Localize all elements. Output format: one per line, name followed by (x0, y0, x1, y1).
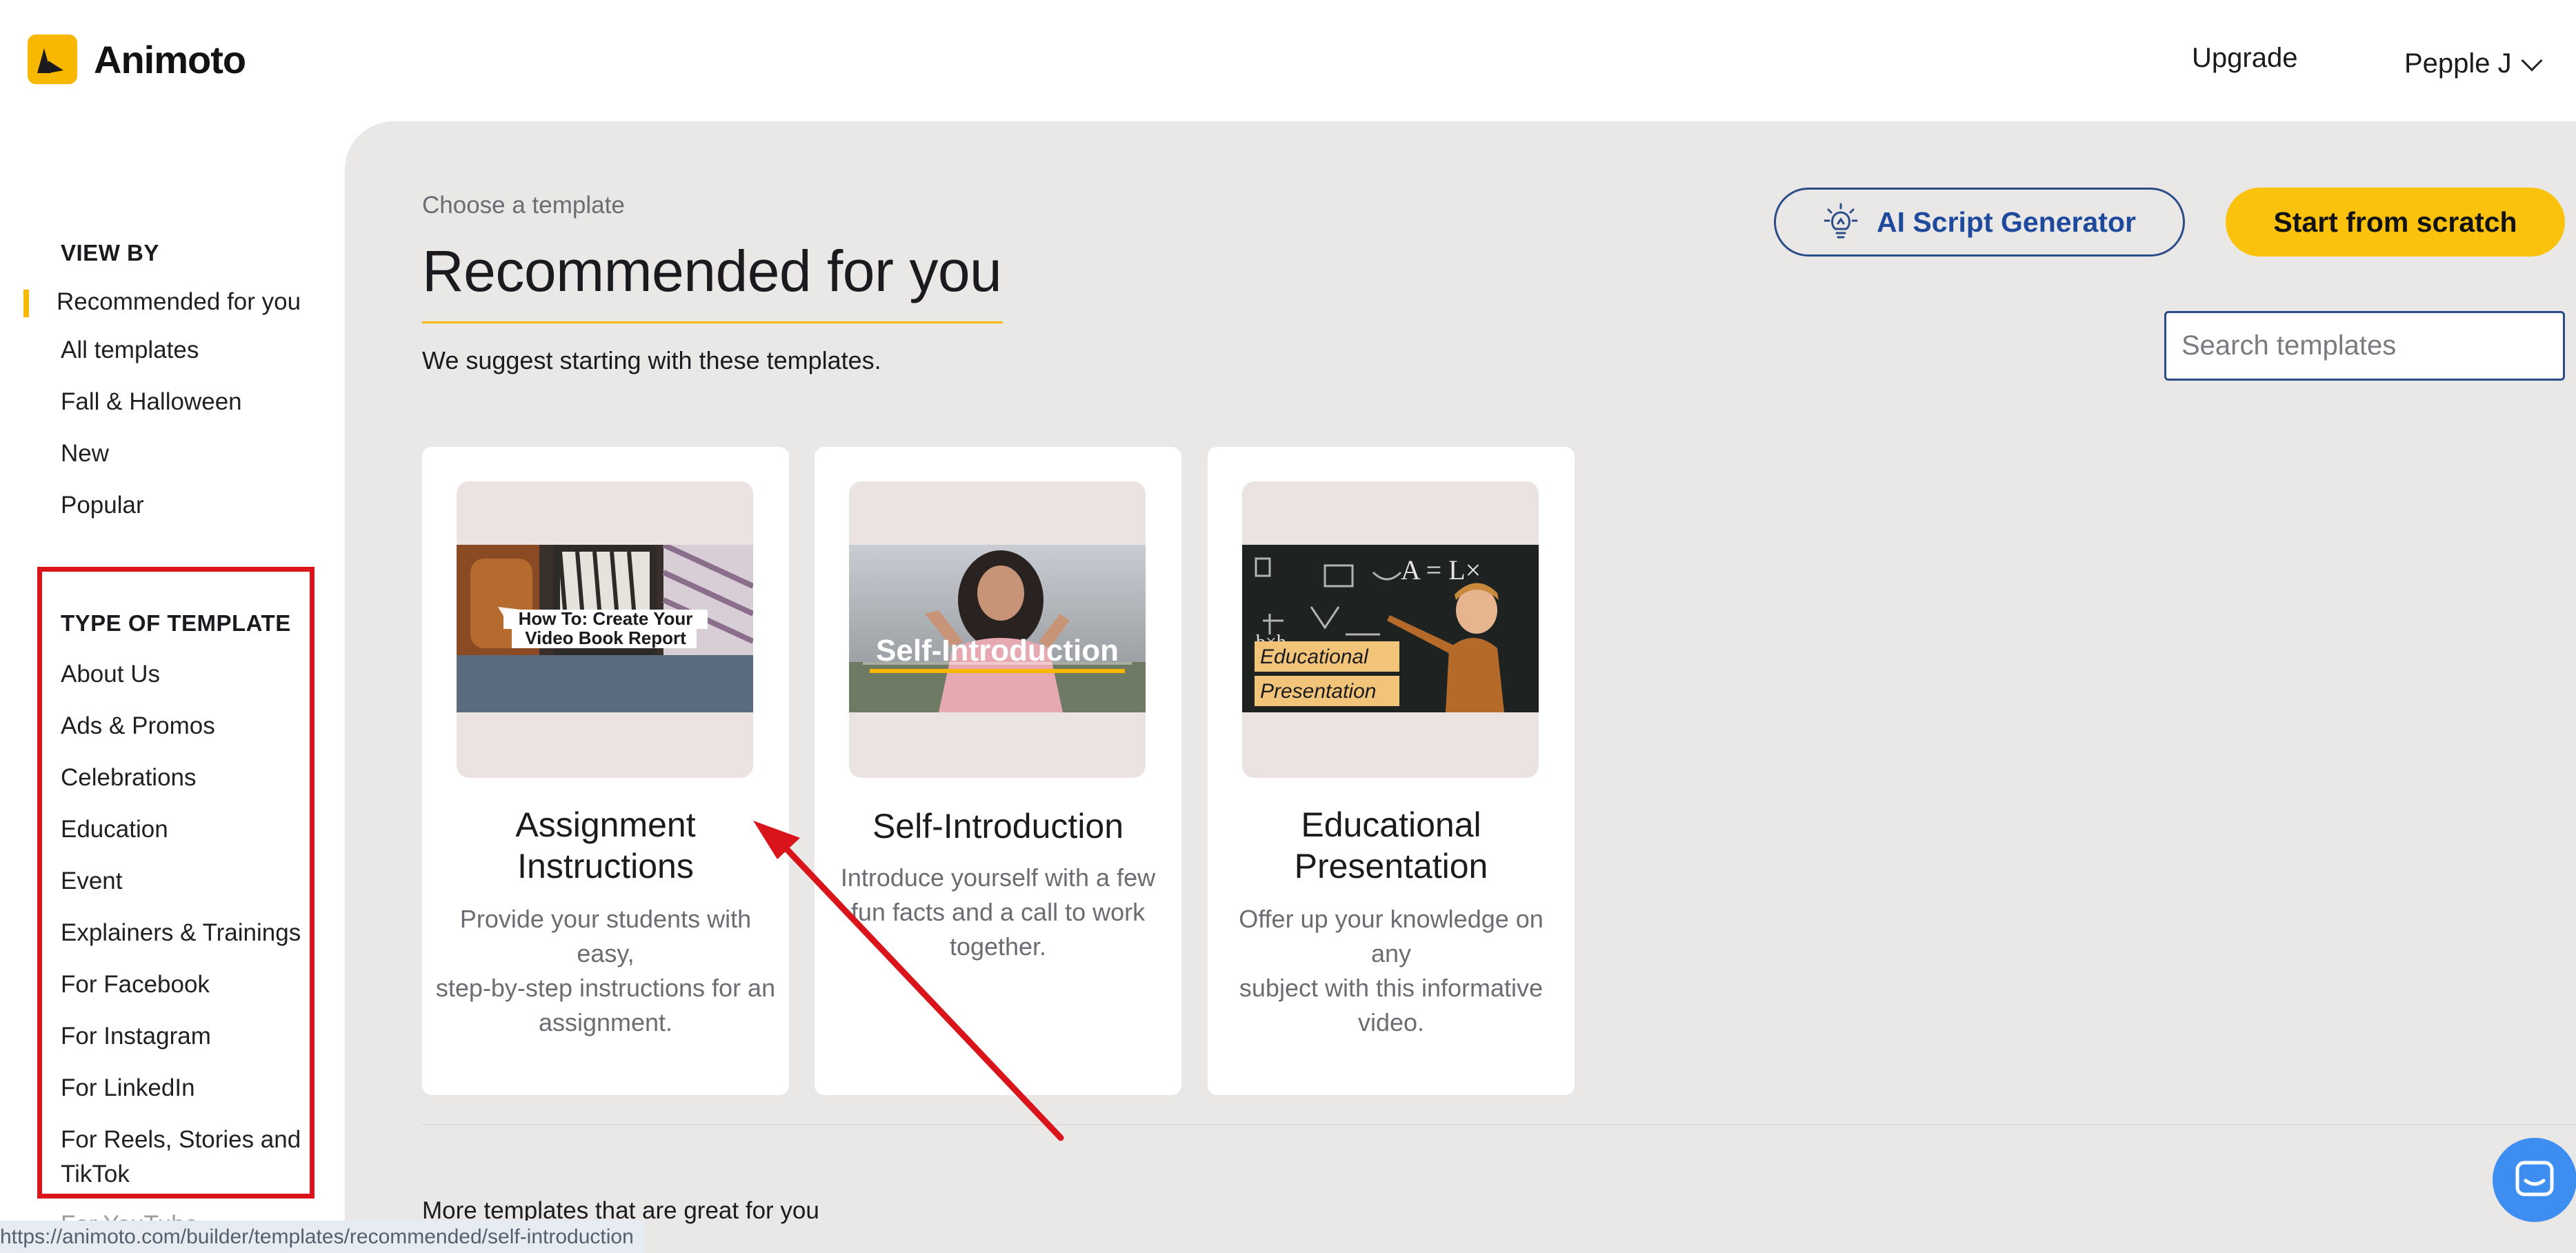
sidebar-item-fall-halloween[interactable]: Fall & Halloween (61, 388, 242, 416)
search-input[interactable] (2164, 311, 2565, 381)
sidebar-item-popular[interactable]: Popular (61, 492, 144, 519)
upgrade-link[interactable]: Upgrade (2192, 43, 2297, 74)
animoto-logo[interactable]: Animoto (28, 34, 246, 84)
template-card-assignment[interactable]: How To: Create Your Video Book Report As… (422, 447, 789, 1095)
sidebar-item-all-templates[interactable]: All templates (61, 337, 199, 364)
thumbnail-overlay-line2: Presentation (1260, 680, 1376, 703)
brand-name: Animoto (94, 37, 246, 81)
template-card-self-introduction[interactable]: Self-Introduction Self-Introduction Intr… (815, 447, 1181, 1095)
card-title: Educational Presentation (1294, 805, 1488, 885)
card-description: Provide your students with easy, step-by… (435, 905, 776, 1036)
thumbnail-overlay-line1: Self-Introduction (876, 634, 1119, 668)
annotation-highlight-box (37, 567, 314, 1199)
animoto-logo-icon (28, 34, 77, 84)
card-description: Offer up your knowledge on any subject w… (1239, 905, 1544, 1036)
thumbnail-overlay-line2: Video Book Report (525, 628, 686, 648)
chat-button[interactable] (2493, 1138, 2576, 1222)
title-underline (422, 321, 1003, 323)
user-menu[interactable]: Pepple J (2404, 48, 2543, 79)
template-card-educational-presentation[interactable]: A = L× b×h Educational Presentation Educ… (1208, 447, 1575, 1095)
template-thumbnail: Self-Introduction (849, 481, 1146, 778)
svg-text:A = L×: A = L× (1401, 554, 1481, 585)
chat-bubble-icon (2515, 1161, 2554, 1196)
lightbulb-icon (1824, 203, 1858, 239)
ai-script-generator-button[interactable]: AI Script Generator (1774, 188, 2185, 257)
page-subtitle: Choose a template (422, 192, 625, 219)
thumbnail-overlay-line1: Educational (1260, 645, 1369, 668)
sidebar-item-new[interactable]: New (61, 440, 109, 468)
thumbnail-overlay-line1: How To: Create Your (519, 608, 693, 629)
template-thumbnail: How To: Create Your Video Book Report (457, 481, 753, 778)
card-title: Assignment Instructions (515, 805, 696, 885)
view-by-heading: VIEW BY (61, 240, 159, 265)
start-from-scratch-button[interactable]: Start from scratch (2226, 188, 2565, 257)
chevron-down-icon (2521, 49, 2543, 72)
user-name: Pepple J (2404, 48, 2512, 79)
suggest-text: We suggest starting with these templates… (422, 346, 881, 374)
active-indicator (23, 290, 29, 317)
card-description: Introduce yourself with a few fun facts … (840, 863, 1156, 961)
ai-button-label: AI Script Generator (1877, 206, 2136, 238)
section-divider (422, 1124, 2576, 1125)
sidebar-item-recommended[interactable]: Recommended for you (57, 288, 301, 316)
status-bar-url: https://animoto.com/builder/templates/re… (0, 1221, 645, 1253)
page-title: Recommended for you (422, 239, 1002, 303)
card-title: Self-Introduction (872, 807, 1124, 845)
template-thumbnail: A = L× b×h Educational Presentation (1242, 481, 1539, 778)
